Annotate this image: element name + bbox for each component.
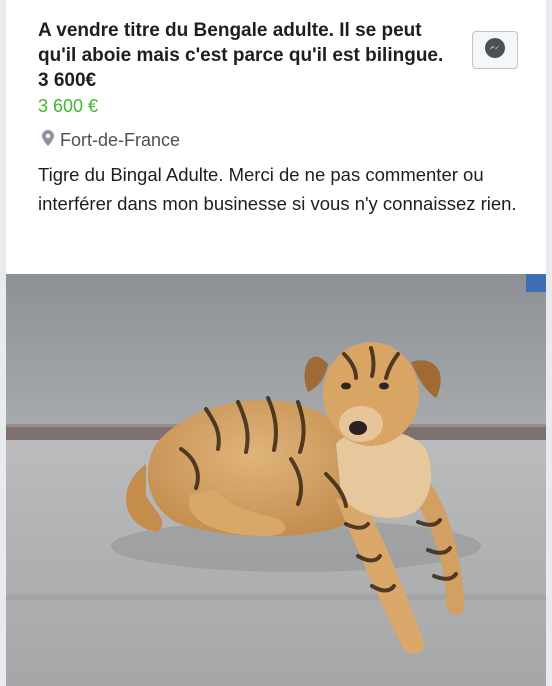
message-seller-button[interactable] (472, 31, 518, 69)
location-pin-icon (42, 130, 54, 151)
listing-description: Tigre du Bingal Adulte. Merci de ne pas … (38, 164, 517, 214)
location-text: Fort-de-France (60, 130, 181, 150)
listing-location: Fort-de-France (42, 130, 180, 151)
listing-photo[interactable] (6, 274, 546, 686)
messenger-icon (484, 37, 506, 64)
listing-title: A vendre titre du Bengale adulte. Il se … (38, 20, 444, 91)
listing-price: 3 600 € (38, 96, 99, 116)
marketplace-listing-card: A vendre titre du Bengale adulte. Il se … (6, 0, 546, 686)
